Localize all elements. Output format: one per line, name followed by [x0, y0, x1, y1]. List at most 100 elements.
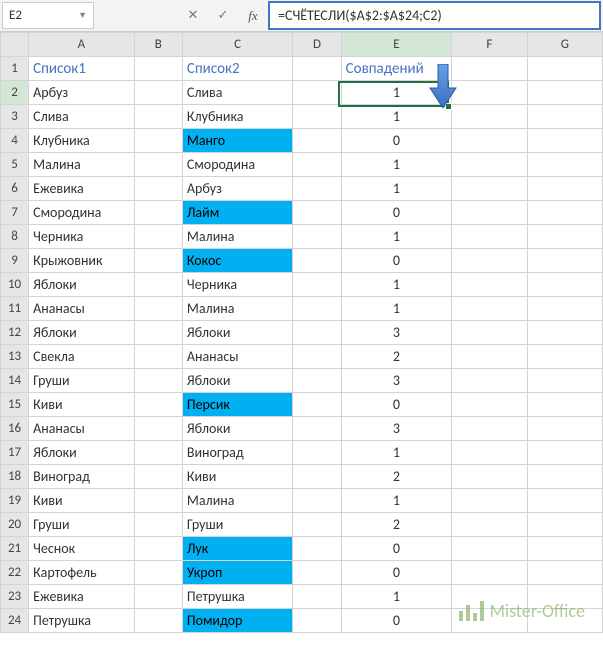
- cell-D20[interactable]: [293, 513, 341, 537]
- cell-G3[interactable]: [527, 105, 602, 129]
- cell-A17[interactable]: Яблоки: [29, 441, 135, 465]
- cell-D9[interactable]: [293, 249, 341, 273]
- cell-D17[interactable]: [293, 441, 341, 465]
- cell-C13[interactable]: Ананасы: [182, 345, 293, 369]
- cell-F8[interactable]: [452, 225, 527, 249]
- cell-F5[interactable]: [452, 153, 527, 177]
- cell-A11[interactable]: Ананасы: [29, 297, 135, 321]
- cell-E20[interactable]: 2: [341, 513, 452, 537]
- cell-E10[interactable]: 1: [341, 273, 452, 297]
- cell-E17[interactable]: 1: [341, 441, 452, 465]
- cell-B12[interactable]: [134, 321, 182, 345]
- column-header-A[interactable]: A: [29, 33, 135, 57]
- cell-B6[interactable]: [134, 177, 182, 201]
- cell-G5[interactable]: [527, 153, 602, 177]
- cell-C4[interactable]: Манго: [182, 129, 293, 153]
- row-header-21[interactable]: 21: [1, 537, 29, 561]
- row-header-13[interactable]: 13: [1, 345, 29, 369]
- cell-G19[interactable]: [527, 489, 602, 513]
- cell-A15[interactable]: Киви: [29, 393, 135, 417]
- cell-B5[interactable]: [134, 153, 182, 177]
- cell-E5[interactable]: 1: [341, 153, 452, 177]
- row-header-10[interactable]: 10: [1, 273, 29, 297]
- cell-C16[interactable]: Яблоки: [182, 417, 293, 441]
- cell-D14[interactable]: [293, 369, 341, 393]
- cell-D8[interactable]: [293, 225, 341, 249]
- cell-A22[interactable]: Картофель: [29, 561, 135, 585]
- cell-C3[interactable]: Клубника: [182, 105, 293, 129]
- row-header-16[interactable]: 16: [1, 417, 29, 441]
- cell-C18[interactable]: Киви: [182, 465, 293, 489]
- cell-A7[interactable]: Смородина: [29, 201, 135, 225]
- select-all-corner[interactable]: [1, 33, 29, 57]
- row-header-8[interactable]: 8: [1, 225, 29, 249]
- cell-G1[interactable]: [527, 57, 602, 81]
- cell-A10[interactable]: Яблоки: [29, 273, 135, 297]
- cell-C10[interactable]: Черника: [182, 273, 293, 297]
- cell-C12[interactable]: Яблоки: [182, 321, 293, 345]
- cell-A2[interactable]: Арбуз: [29, 81, 135, 105]
- cell-F21[interactable]: [452, 537, 527, 561]
- cell-G15[interactable]: [527, 393, 602, 417]
- row-header-18[interactable]: 18: [1, 465, 29, 489]
- cell-A1[interactable]: Список1: [29, 57, 135, 81]
- cell-E21[interactable]: 0: [341, 537, 452, 561]
- cell-C2[interactable]: Слива: [182, 81, 293, 105]
- cell-F15[interactable]: [452, 393, 527, 417]
- cell-A20[interactable]: Груши: [29, 513, 135, 537]
- cell-E1[interactable]: Совпадений: [341, 57, 452, 81]
- cell-E11[interactable]: 1: [341, 297, 452, 321]
- cell-E8[interactable]: 1: [341, 225, 452, 249]
- cell-G11[interactable]: [527, 297, 602, 321]
- row-header-12[interactable]: 12: [1, 321, 29, 345]
- cell-D19[interactable]: [293, 489, 341, 513]
- cell-B21[interactable]: [134, 537, 182, 561]
- cell-F10[interactable]: [452, 273, 527, 297]
- cell-D21[interactable]: [293, 537, 341, 561]
- row-header-20[interactable]: 20: [1, 513, 29, 537]
- cell-G8[interactable]: [527, 225, 602, 249]
- cell-E4[interactable]: 0: [341, 129, 452, 153]
- cell-B16[interactable]: [134, 417, 182, 441]
- row-header-3[interactable]: 3: [1, 105, 29, 129]
- row-header-23[interactable]: 23: [1, 585, 29, 609]
- cell-D15[interactable]: [293, 393, 341, 417]
- cell-C8[interactable]: Малина: [182, 225, 293, 249]
- cell-B7[interactable]: [134, 201, 182, 225]
- cell-G18[interactable]: [527, 465, 602, 489]
- cell-B23[interactable]: [134, 585, 182, 609]
- column-header-C[interactable]: C: [182, 33, 293, 57]
- row-header-7[interactable]: 7: [1, 201, 29, 225]
- cell-C24[interactable]: Помидор: [182, 609, 293, 633]
- cell-F18[interactable]: [452, 465, 527, 489]
- cell-B19[interactable]: [134, 489, 182, 513]
- cell-D4[interactable]: [293, 129, 341, 153]
- cancel-button[interactable]: ✕: [178, 0, 208, 31]
- cell-E13[interactable]: 2: [341, 345, 452, 369]
- cell-A23[interactable]: Ежевика: [29, 585, 135, 609]
- cell-B17[interactable]: [134, 441, 182, 465]
- formula-input[interactable]: =СЧЁТЕСЛИ($A$2:$A$24;C2): [268, 1, 601, 30]
- cell-G6[interactable]: [527, 177, 602, 201]
- cell-C14[interactable]: Яблоки: [182, 369, 293, 393]
- cell-G7[interactable]: [527, 201, 602, 225]
- cell-G9[interactable]: [527, 249, 602, 273]
- cell-B8[interactable]: [134, 225, 182, 249]
- cell-D16[interactable]: [293, 417, 341, 441]
- cell-E23[interactable]: 1: [341, 585, 452, 609]
- column-header-F[interactable]: F: [452, 33, 527, 57]
- cell-G14[interactable]: [527, 369, 602, 393]
- cell-C6[interactable]: Арбуз: [182, 177, 293, 201]
- cell-A12[interactable]: Яблоки: [29, 321, 135, 345]
- cell-B9[interactable]: [134, 249, 182, 273]
- cell-A4[interactable]: Клубника: [29, 129, 135, 153]
- column-header-D[interactable]: D: [293, 33, 341, 57]
- cell-A14[interactable]: Груши: [29, 369, 135, 393]
- row-header-5[interactable]: 5: [1, 153, 29, 177]
- cell-F16[interactable]: [452, 417, 527, 441]
- cell-D12[interactable]: [293, 321, 341, 345]
- cell-G20[interactable]: [527, 513, 602, 537]
- cell-B20[interactable]: [134, 513, 182, 537]
- cell-D2[interactable]: [293, 81, 341, 105]
- cell-E12[interactable]: 3: [341, 321, 452, 345]
